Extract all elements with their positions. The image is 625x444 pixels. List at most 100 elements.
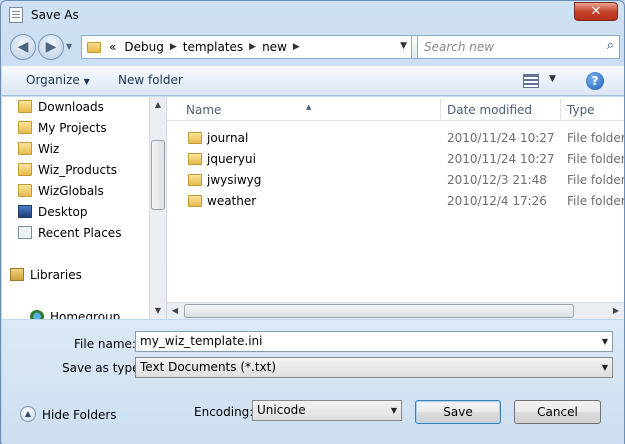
file-row[interactable]: jwysiwyg 2010/12/3 21:48 File folder xyxy=(167,170,624,191)
sidebar-item-label: Recent Places xyxy=(38,226,122,240)
change-view-icon[interactable] xyxy=(523,74,539,88)
new-folder-button[interactable]: New folder xyxy=(118,73,183,87)
forward-button[interactable]: ▶ xyxy=(38,34,64,60)
file-name: weather xyxy=(207,194,257,208)
sidebar-item-label: Wiz xyxy=(38,142,60,156)
sidebar-item-label: Desktop xyxy=(38,205,88,219)
scroll-right-icon[interactable]: ▶ xyxy=(608,303,624,319)
file-name-field[interactable]: my_wiz_template.ini ▼ xyxy=(135,331,613,352)
file-type: File folder xyxy=(567,173,624,187)
file-name: jqueryui xyxy=(207,152,256,166)
hide-folders-button[interactable]: Hide Folders xyxy=(42,408,117,422)
file-list-scrollbar[interactable]: ◀ ▶ xyxy=(167,302,624,319)
scroll-left-icon[interactable]: ◀ xyxy=(167,303,183,319)
help-icon[interactable]: ? xyxy=(586,72,604,90)
folder-icon xyxy=(18,100,32,113)
scroll-thumb[interactable] xyxy=(151,140,165,210)
back-button[interactable]: ◀ xyxy=(10,34,36,60)
homegroup-icon xyxy=(30,310,44,319)
chevron-right-icon[interactable]: ▶ xyxy=(170,42,177,52)
column-divider[interactable] xyxy=(440,99,441,119)
encoding-label: Encoding: xyxy=(194,405,254,419)
breadcrumb-overflow[interactable]: « xyxy=(109,40,116,54)
save-type-value: Text Documents (*.txt) xyxy=(140,360,277,374)
sidebar-item-homegroup[interactable]: Homegroup xyxy=(30,307,121,319)
scroll-thumb[interactable] xyxy=(184,304,574,318)
chevron-down-icon: ▼ xyxy=(83,77,90,86)
navigation-bar: ◀ ▶ ▼ « Debug ▶ templates ▶ new ▶ ▼ ⇆ Se… xyxy=(7,32,620,62)
sidebar-item-label: Homegroup xyxy=(50,310,121,319)
file-name: jwysiwyg xyxy=(207,173,262,187)
file-type: File folder xyxy=(567,131,624,145)
sidebar-item-my-projects[interactable]: My Projects xyxy=(18,118,107,138)
file-row[interactable]: weather 2010/12/4 17:26 File folder xyxy=(167,191,624,212)
folder-icon xyxy=(188,195,202,207)
view-options-dropdown-icon[interactable]: ▼ xyxy=(549,74,556,84)
sidebar-item-wizglobals[interactable]: WizGlobals xyxy=(18,181,104,201)
file-list-header: ▲ Name Date modified Type xyxy=(167,97,624,121)
sidebar-item-label: Libraries xyxy=(30,268,82,282)
file-name: journal xyxy=(207,131,249,145)
scroll-down-icon[interactable]: ▼ xyxy=(150,303,166,319)
encoding-select[interactable]: Unicode ▼ xyxy=(252,400,402,421)
folder-icon xyxy=(188,132,202,144)
chevron-down-icon[interactable]: ▼ xyxy=(602,363,608,372)
chevron-down-icon[interactable]: ▼ xyxy=(602,337,608,346)
chevron-down-icon[interactable]: ▼ xyxy=(391,406,397,415)
column-divider[interactable] xyxy=(560,99,561,119)
file-row[interactable]: journal 2010/11/24 10:27 File folder xyxy=(167,128,624,149)
sidebar-item-downloads[interactable]: Downloads xyxy=(18,97,104,117)
breadcrumb-debug[interactable]: Debug xyxy=(124,40,163,54)
column-header-type[interactable]: Type xyxy=(567,103,595,117)
save-button[interactable]: Save xyxy=(415,400,501,424)
folder-icon xyxy=(18,142,32,155)
sidebar-item-wiz-products[interactable]: Wiz_Products xyxy=(18,160,117,180)
sidebar-item-recent-places[interactable]: Recent Places xyxy=(18,223,122,243)
file-row[interactable]: jqueryui 2010/11/24 10:27 File folder xyxy=(167,149,624,170)
file-date: 2010/12/3 21:48 xyxy=(447,173,547,187)
chevron-right-icon[interactable]: ▶ xyxy=(293,42,300,52)
scroll-up-icon[interactable]: ▲ xyxy=(150,97,166,113)
file-name-label-text: File name: xyxy=(74,337,136,351)
encoding-value: Unicode xyxy=(257,403,306,417)
close-button[interactable]: ✕ xyxy=(574,2,618,21)
folder-icon xyxy=(18,163,32,176)
sidebar-item-label: Downloads xyxy=(38,100,104,114)
folder-icon xyxy=(18,121,32,134)
folder-icon xyxy=(188,153,202,165)
navigation-pane-scrollbar[interactable]: ▲ ▼ xyxy=(149,97,166,319)
window-title: Save As xyxy=(31,8,79,22)
search-icon[interactable]: ⌕ xyxy=(607,38,614,53)
folder-icon xyxy=(87,41,101,53)
sidebar-item-label: My Projects xyxy=(38,121,107,135)
breadcrumb-new[interactable]: new xyxy=(262,40,287,54)
sort-ascending-icon: ▲ xyxy=(306,103,312,111)
sidebar-item-desktop[interactable]: Desktop xyxy=(18,202,88,222)
search-input[interactable]: Search new ⌕ xyxy=(417,35,620,59)
sidebar-item-label: WizGlobals xyxy=(38,184,104,198)
recent-locations-dropdown-icon[interactable]: ▼ xyxy=(66,42,72,51)
organize-button[interactable]: Organize ▼ xyxy=(26,73,90,87)
sidebar-item-wiz[interactable]: Wiz xyxy=(18,139,60,159)
sidebar-item-libraries[interactable]: Libraries xyxy=(10,265,82,285)
folder-icon xyxy=(188,174,202,186)
file-type: File folder xyxy=(567,152,624,166)
cancel-button[interactable]: Cancel xyxy=(514,400,601,424)
navigation-pane[interactable]: Downloads My Projects Wiz Wiz_Products W… xyxy=(2,97,166,319)
file-list[interactable]: ▲ Name Date modified Type journal 2010/1… xyxy=(167,97,624,319)
column-header-date-modified[interactable]: Date modified xyxy=(447,103,532,117)
organize-label: Organize xyxy=(26,73,80,87)
title-bar: Save As ✕ xyxy=(1,1,624,31)
chevron-right-icon[interactable]: ▶ xyxy=(249,42,256,52)
save-as-dialog: Save As ✕ ◀ ▶ ▼ « Debug ▶ templates ▶ ne… xyxy=(0,0,625,444)
file-name-label: File name: xyxy=(74,337,136,351)
address-bar[interactable]: « Debug ▶ templates ▶ new ▶ ▼ xyxy=(81,35,412,59)
search-placeholder: Search new xyxy=(424,40,495,54)
address-dropdown-icon[interactable]: ▼ xyxy=(400,41,407,51)
save-type-label: Save as type: xyxy=(62,361,144,375)
save-type-select[interactable]: Text Documents (*.txt) ▼ xyxy=(135,357,613,378)
breadcrumb-templates[interactable]: templates xyxy=(183,40,243,54)
save-options-panel: File name: my_wiz_template.ini ▼ Save as… xyxy=(2,320,624,444)
hide-folders-icon[interactable]: ▲ xyxy=(20,406,36,422)
column-header-name[interactable]: Name xyxy=(186,103,221,117)
